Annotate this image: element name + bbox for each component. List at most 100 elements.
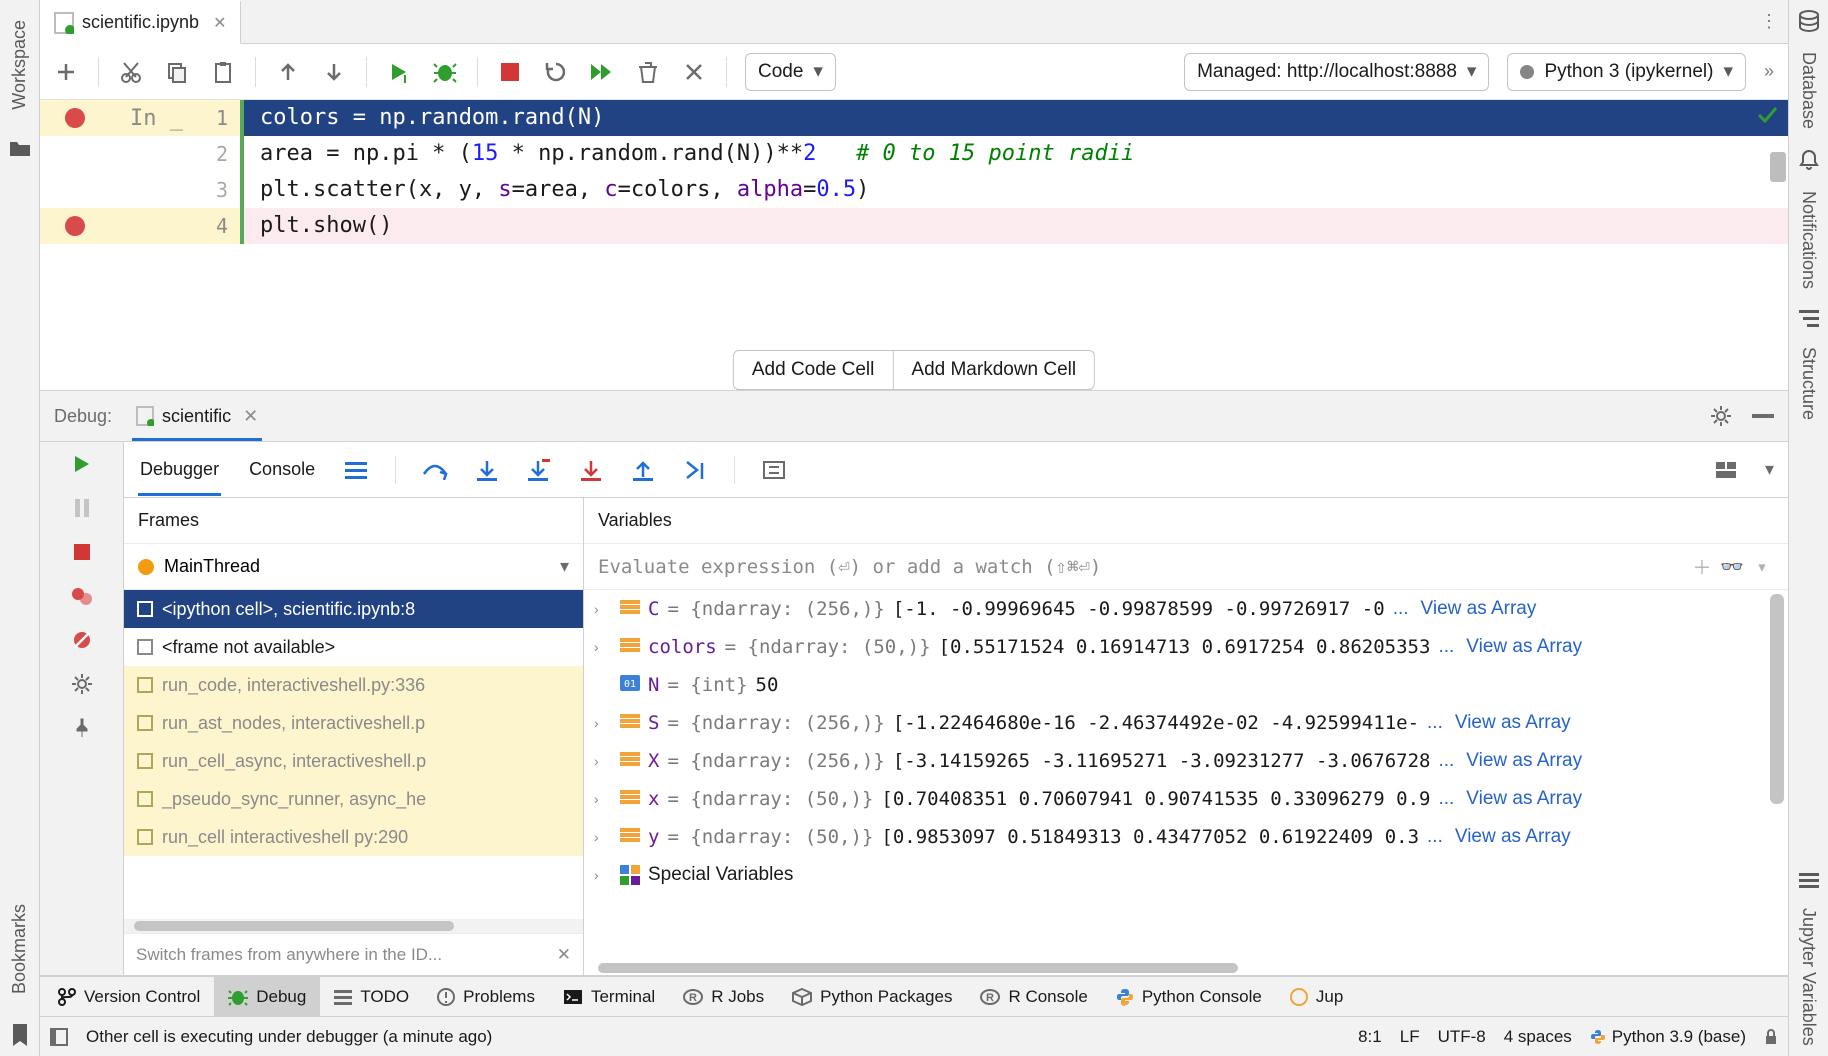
delete-cell-button[interactable]	[680, 58, 708, 86]
expand-icon[interactable]: ›	[594, 715, 612, 731]
run-all-button[interactable]	[588, 58, 616, 86]
watch-placeholder[interactable]: Evaluate expression (⏎) or add a watch (…	[598, 556, 1684, 578]
frame-item[interactable]: run_cell interactiveshell py:290	[124, 818, 583, 856]
close-icon[interactable]: ✕	[243, 406, 258, 427]
kernel-select[interactable]: Python 3 (ipykernel) ▾	[1507, 53, 1746, 91]
variable-row[interactable]: › y = {ndarray: (50,)} [0.9853097 0.5184…	[584, 818, 1788, 856]
pyconsole-tool[interactable]: Python Console	[1102, 977, 1276, 1016]
expand-icon[interactable]: ›	[594, 867, 612, 883]
expand-icon[interactable]: ›	[594, 753, 612, 769]
problems-tool[interactable]: Problems	[423, 977, 549, 1016]
mute-breakpoints-button[interactable]	[68, 626, 96, 654]
bookmarks-tab[interactable]: Bookmarks	[7, 894, 32, 1004]
pin-button[interactable]	[68, 714, 96, 742]
run-cell-button[interactable]	[385, 58, 413, 86]
breakpoint-marker[interactable]: 4	[40, 208, 240, 244]
view-breakpoints-button[interactable]	[68, 582, 96, 610]
run-to-cursor-button[interactable]	[682, 457, 708, 483]
structure-tab[interactable]: Structure	[1796, 337, 1821, 430]
variable-row[interactable]: › C = {ndarray: (256,)} [-1. -0.99969645…	[584, 590, 1788, 628]
chevron-down-icon[interactable]: ▾	[1750, 556, 1774, 578]
rjobs-tool[interactable]: RR Jobs	[669, 977, 778, 1016]
todo-tool[interactable]: TODO	[320, 977, 423, 1016]
toolbar-overflow-button[interactable]: »	[1764, 61, 1776, 82]
close-icon[interactable]: ✕	[213, 13, 226, 33]
view-as-array-link[interactable]: View as Array	[1466, 788, 1582, 810]
layout-settings-button[interactable]	[1713, 457, 1739, 483]
code-line[interactable]: colors = np.random.rand(N)	[240, 100, 1788, 136]
file-encoding[interactable]: UTF-8	[1438, 1027, 1486, 1047]
file-tab-scientific[interactable]: scientific.ipynb ✕	[40, 0, 241, 44]
add-markdown-cell-button[interactable]: Add Markdown Cell	[893, 350, 1095, 390]
view-as-array-link[interactable]: View as Array	[1466, 636, 1582, 658]
close-icon[interactable]: ✕	[557, 945, 571, 965]
move-up-button[interactable]	[274, 58, 302, 86]
step-into-button[interactable]	[474, 457, 500, 483]
expand-icon[interactable]: ›	[594, 601, 612, 617]
stop-button[interactable]	[496, 58, 524, 86]
restart-button[interactable]	[542, 58, 570, 86]
variable-row[interactable]: › colors = {ndarray: (50,)} [0.55171524 …	[584, 628, 1788, 666]
resume-button[interactable]	[68, 450, 96, 478]
jupyter-tool[interactable]: Jup	[1276, 977, 1357, 1016]
frame-item[interactable]: run_code, interactiveshell.py:336	[124, 666, 583, 704]
frame-item[interactable]: _pseudo_sync_runner, async_he	[124, 780, 583, 818]
view-as-array-link[interactable]: View as Array	[1455, 826, 1571, 848]
view-as-array-link[interactable]: View as Array	[1421, 598, 1537, 620]
variable-row[interactable]: › S = {ndarray: (256,)} [-1.22464680e-16…	[584, 704, 1788, 742]
indent-setting[interactable]: 4 spaces	[1504, 1027, 1572, 1047]
move-down-button[interactable]	[320, 58, 348, 86]
step-over-button[interactable]	[422, 457, 448, 483]
expand-icon[interactable]: ›	[594, 791, 612, 807]
step-into-mycode-button[interactable]	[526, 457, 552, 483]
paste-button[interactable]	[209, 58, 237, 86]
add-watch-icon[interactable]: ＋	[1690, 553, 1714, 580]
line-separator[interactable]: LF	[1400, 1027, 1420, 1047]
cut-button[interactable]	[117, 58, 145, 86]
server-select[interactable]: Managed: http://localhost:8888 ▾	[1184, 53, 1489, 91]
evaluate-expression-button[interactable]	[761, 457, 787, 483]
vcs-tool[interactable]: Version Control	[44, 977, 214, 1016]
clear-output-button[interactable]	[634, 58, 662, 86]
chevron-down-icon[interactable]: ▾	[1765, 459, 1774, 480]
add-code-cell-button[interactable]: Add Code Cell	[733, 350, 894, 390]
terminal-tool[interactable]: Terminal	[549, 977, 669, 1016]
code-line[interactable]: plt.scatter(x, y, s=area, c=colors, alph…	[240, 172, 1788, 208]
interpreter-widget[interactable]: Python 3.9 (base)	[1590, 1027, 1746, 1047]
code-editor[interactable]: In _ 1 2 3 4 colors = np.random.rand(N) …	[40, 100, 1788, 390]
variables-v-scrollbar[interactable]	[1770, 594, 1784, 834]
console-tab[interactable]: Console	[247, 444, 317, 495]
frame-item[interactable]: run_ast_nodes, interactiveshell.p	[124, 704, 583, 742]
cursor-position[interactable]: 8:1	[1358, 1027, 1382, 1047]
debugger-tab[interactable]: Debugger	[138, 444, 221, 495]
variables-h-scrollbar[interactable]	[584, 961, 1788, 975]
view-as-array-link[interactable]: View as Array	[1455, 712, 1571, 734]
copy-button[interactable]	[163, 58, 191, 86]
variable-row[interactable]: 01 N = {int} 50	[584, 666, 1788, 704]
debug-session-tab[interactable]: scientific ✕	[132, 393, 262, 440]
tool-windows-icon[interactable]	[50, 1028, 68, 1046]
expand-icon[interactable]: ›	[594, 639, 612, 655]
frame-item[interactable]: <frame not available>	[124, 628, 583, 666]
code-line[interactable]: area = np.pi * (15 * np.random.rand(N))*…	[240, 136, 1788, 172]
pypackages-tool[interactable]: Python Packages	[778, 977, 966, 1016]
force-step-into-button[interactable]	[578, 457, 604, 483]
rconsole-tool[interactable]: RR Console	[966, 977, 1101, 1016]
stop-button[interactable]	[68, 538, 96, 566]
pause-button[interactable]	[68, 494, 96, 522]
tab-menu-icon[interactable]: ⋮	[1750, 0, 1788, 43]
variable-row[interactable]: › x = {ndarray: (50,)} [0.70408351 0.706…	[584, 780, 1788, 818]
code-line[interactable]: plt.show()	[240, 208, 1788, 244]
notifications-tab[interactable]: Notifications	[1796, 181, 1821, 299]
status-lock-icon[interactable]	[1764, 1029, 1778, 1045]
editor-scrollbar[interactable]	[1770, 100, 1786, 300]
expand-icon[interactable]: ›	[594, 829, 612, 845]
watch-glasses-icon[interactable]: 👓	[1720, 555, 1744, 578]
debug-tool[interactable]: Debug	[214, 977, 320, 1016]
frame-item[interactable]: <ipython cell>, scientific.ipynb:8	[124, 590, 583, 628]
database-tab[interactable]: Database	[1796, 42, 1821, 139]
debug-cell-button[interactable]	[431, 58, 459, 86]
jupyter-variables-tab[interactable]: Jupyter Variables	[1796, 898, 1821, 1056]
threads-icon[interactable]	[343, 457, 369, 483]
settings-button[interactable]	[68, 670, 96, 698]
